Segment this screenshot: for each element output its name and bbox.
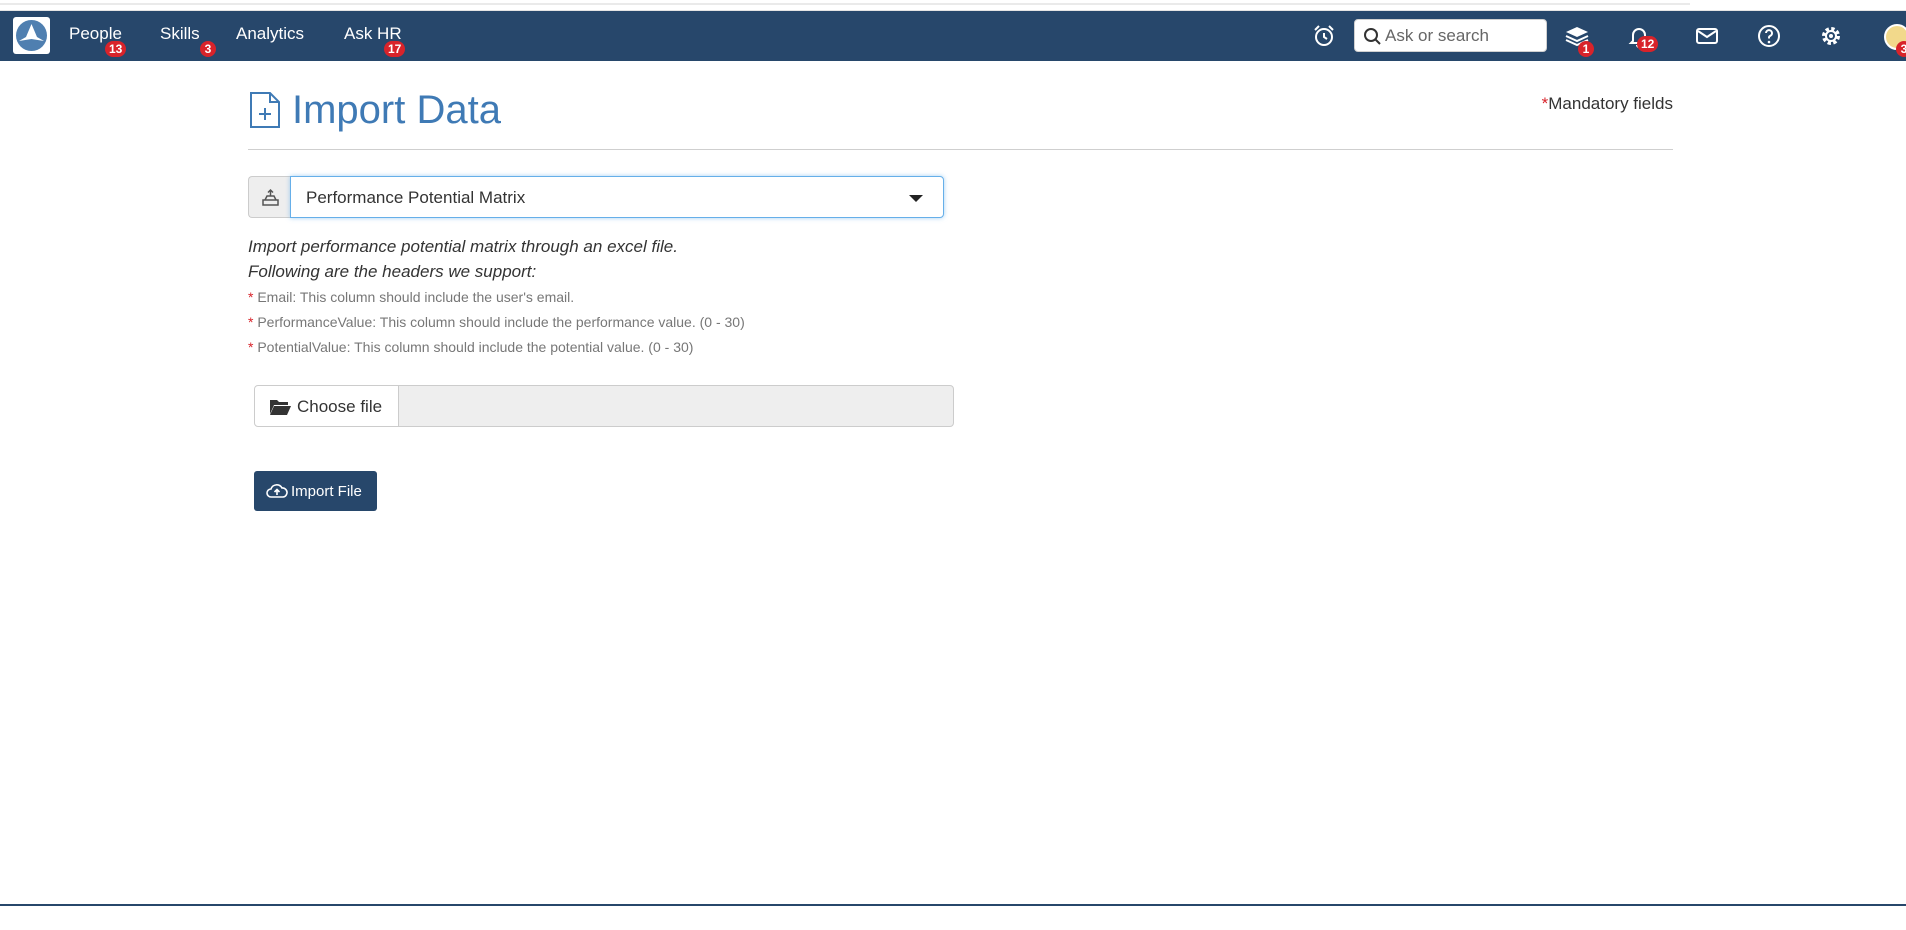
company-logo[interactable]: [13, 17, 50, 54]
header-potential-value-text: PotentialValue: This column should inclu…: [257, 339, 694, 355]
chevron-down-icon: [909, 195, 923, 202]
upload-tray-icon: [262, 188, 279, 206]
required-star: *: [248, 289, 254, 305]
title-divider: [248, 149, 1673, 150]
people-count-badge: 13: [105, 41, 127, 57]
skills-count-badge: 3: [200, 41, 216, 57]
header-performance-value-text: PerformanceValue: This column should inc…: [257, 314, 745, 330]
ask-hr-count-badge: 17: [384, 41, 406, 57]
header-potential-value: * PotentialValue: This column should inc…: [248, 339, 693, 355]
envelope-icon[interactable]: [1694, 23, 1720, 49]
search-input[interactable]: [1385, 21, 1543, 50]
choose-file-label: Choose file: [297, 397, 383, 416]
alarm-clock-icon[interactable]: [1311, 23, 1337, 49]
top-navbar: People 13 Skills 3 Analytics Ask HR 17 1…: [0, 11, 1906, 61]
footer-rule: [0, 904, 1906, 906]
logo-emblem: [16, 20, 47, 51]
header-email: * Email: This column should include the …: [248, 289, 574, 305]
learning-count-badge: 1: [1578, 41, 1594, 57]
import-file-label: Import File: [291, 483, 362, 500]
file-picker: Choose file: [254, 385, 954, 427]
import-type-selected-value: Performance Potential Matrix: [306, 188, 526, 207]
header-performance-value: * PerformanceValue: This column should i…: [248, 314, 745, 330]
import-type-addon: [248, 176, 291, 218]
cloud-upload-icon: [266, 484, 288, 498]
avatar-count-badge: 3: [1896, 41, 1906, 57]
import-type-select[interactable]: Performance Potential Matrix: [290, 176, 944, 218]
browser-top-strip: [0, 0, 1906, 11]
choose-file-button[interactable]: Choose file: [254, 385, 399, 427]
supported-headers-intro: Following are the headers we support:: [248, 262, 537, 281]
page-title: Import Data: [292, 88, 501, 132]
search-icon: [1364, 28, 1381, 45]
selected-file-field[interactable]: [398, 385, 954, 427]
nav-analytics[interactable]: Analytics: [236, 24, 304, 44]
folder-open-icon: [270, 400, 291, 415]
notifications-count-badge: 12: [1637, 36, 1659, 52]
mandatory-fields-label: Mandatory fields: [1548, 94, 1673, 113]
file-plus-icon: [250, 92, 280, 128]
top-rule: [0, 3, 1690, 5]
required-star: *: [248, 314, 254, 330]
import-file-button[interactable]: Import File: [254, 471, 377, 511]
import-type-group: Performance Potential Matrix: [248, 176, 944, 219]
header-email-text: Email: This column should include the us…: [257, 289, 575, 305]
question-circle-icon[interactable]: [1756, 23, 1782, 49]
global-search[interactable]: [1354, 19, 1547, 52]
gear-icon[interactable]: [1818, 23, 1844, 49]
mandatory-fields-note: *Mandatory fields: [1542, 94, 1673, 114]
import-description: Import performance potential matrix thro…: [248, 237, 678, 256]
nav-skills[interactable]: Skills: [160, 24, 200, 44]
required-star: *: [248, 339, 254, 355]
